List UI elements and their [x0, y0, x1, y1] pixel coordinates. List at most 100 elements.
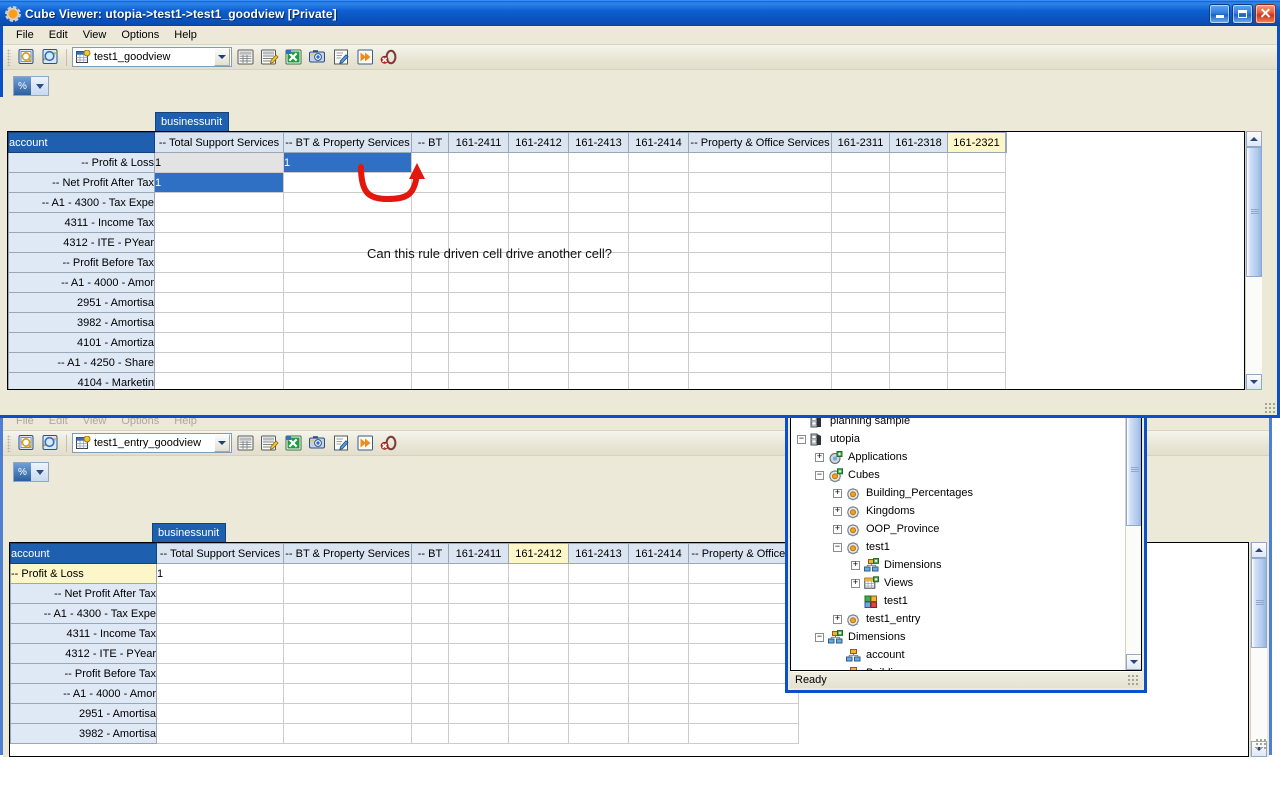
data-cell[interactable]: [628, 232, 689, 253]
data-cell[interactable]: [283, 723, 412, 744]
row-header[interactable]: 2951 - Amortisa: [10, 703, 157, 724]
data-cell[interactable]: [688, 252, 832, 273]
data-cell[interactable]: [508, 192, 569, 213]
data-cell[interactable]: [411, 312, 449, 333]
data-cell[interactable]: [568, 272, 629, 293]
edit-pencil-icon[interactable]: [331, 47, 352, 67]
row-header[interactable]: 4311 - Income Tax: [8, 212, 155, 233]
column-header[interactable]: 161-2311: [831, 132, 890, 153]
data-cell[interactable]: [889, 192, 948, 213]
data-cell[interactable]: [448, 332, 509, 353]
data-cell[interactable]: [154, 312, 284, 333]
data-cell[interactable]: [156, 643, 284, 664]
data-cell[interactable]: [508, 212, 569, 233]
data-cell[interactable]: [628, 192, 689, 213]
table-row[interactable]: -- A1 - 4300 - Tax Expe: [8, 192, 1007, 213]
data-cell[interactable]: [283, 663, 412, 684]
fast-forward-icon[interactable]: [355, 433, 376, 453]
data-cell[interactable]: [508, 623, 569, 644]
data-cell[interactable]: [411, 563, 449, 584]
grid-icon[interactable]: [235, 433, 256, 453]
data-cell[interactable]: [889, 272, 948, 293]
data-cell[interactable]: [889, 352, 948, 373]
tree-node[interactable]: − Cubes: [791, 466, 1121, 484]
menu-file[interactable]: File: [9, 28, 42, 43]
grid-edit-icon[interactable]: [259, 433, 280, 453]
table-row[interactable]: 4311 - Income Tax: [8, 212, 1007, 233]
column-header[interactable]: 161-2411: [448, 132, 509, 153]
server-tree[interactable]: planning sample − utopia + Applications − Cube…: [791, 414, 1121, 670]
data-cell[interactable]: [568, 583, 629, 604]
row-header[interactable]: -- A1 - 4000 - Amor: [8, 272, 155, 293]
column-header[interactable]: -- BT: [411, 543, 449, 564]
table-row[interactable]: -- A1 - 4250 - Share: [8, 352, 1007, 373]
data-cell[interactable]: [283, 603, 412, 624]
data-cell[interactable]: [831, 332, 890, 353]
data-cell[interactable]: [448, 723, 509, 744]
data-cell[interactable]: [628, 292, 689, 313]
data-cell[interactable]: [628, 583, 689, 604]
data-cell[interactable]: [448, 172, 509, 193]
data-cell[interactable]: [688, 292, 832, 313]
toolbar-grip[interactable]: [7, 434, 11, 452]
data-cell[interactable]: [628, 272, 689, 293]
row-header[interactable]: 4311 - Income Tax: [10, 623, 157, 644]
table-row[interactable]: -- A1 - 4000 - Amor: [8, 272, 1007, 293]
data-cell[interactable]: [283, 212, 412, 233]
data-cell[interactable]: [628, 683, 689, 704]
data-cell[interactable]: [154, 272, 284, 293]
data-cell[interactable]: [448, 372, 509, 389]
chevron-down-icon[interactable]: [31, 463, 48, 481]
data-cell[interactable]: [411, 172, 449, 193]
data-cell[interactable]: [411, 703, 449, 724]
row-header[interactable]: -- A1 - 4000 - Amor: [10, 683, 157, 704]
data-cell[interactable]: [154, 292, 284, 313]
chevron-down-icon[interactable]: [31, 77, 48, 95]
server-explorer-panel[interactable]: planning sample − utopia + Applications − Cube…: [785, 408, 1147, 693]
data-cell[interactable]: [154, 192, 284, 213]
data-cell[interactable]: [156, 583, 284, 604]
row-header[interactable]: -- A1 - 4300 - Tax Expe: [10, 603, 157, 624]
server-tree-box[interactable]: planning sample − utopia + Applications − Cube…: [790, 413, 1142, 671]
tree-node[interactable]: + Dimensions: [791, 556, 1121, 574]
data-cell[interactable]: [568, 312, 629, 333]
tree-node[interactable]: + Views: [791, 574, 1121, 592]
data-cell[interactable]: 1: [283, 152, 412, 173]
data-cell[interactable]: [508, 312, 569, 333]
data-cell[interactable]: [568, 663, 629, 684]
resize-gripper-1[interactable]: [1264, 402, 1277, 415]
column-header[interactable]: 161-2414: [628, 132, 689, 153]
data-cell[interactable]: [889, 172, 948, 193]
data-cell[interactable]: [568, 563, 629, 584]
data-cell[interactable]: 1: [154, 152, 284, 173]
column-header[interactable]: 161-2413: [568, 132, 629, 153]
data-grid-2[interactable]: account -- Total Support Services -- BT & …: [10, 543, 800, 744]
column-header[interactable]: 161-2414: [628, 543, 689, 564]
table-row[interactable]: 3982 - Amortisa: [8, 312, 1007, 333]
data-cell[interactable]: [283, 372, 412, 389]
data-cell[interactable]: [568, 292, 629, 313]
data-cell[interactable]: [947, 332, 1006, 353]
data-cell[interactable]: [831, 232, 890, 253]
data-cell[interactable]: [889, 312, 948, 333]
row-header[interactable]: 4104 - Marketin: [8, 372, 155, 389]
table-row[interactable]: -- Net Profit After Tax: [10, 583, 800, 604]
data-cell[interactable]: [508, 723, 569, 744]
data-cell[interactable]: [448, 352, 509, 373]
dimension-tab-businessunit-1[interactable]: businessunit: [155, 112, 230, 131]
expand-node-icon[interactable]: +: [833, 488, 842, 498]
data-cell[interactable]: [448, 152, 509, 173]
data-cell[interactable]: 1: [154, 172, 284, 193]
data-cell[interactable]: [283, 292, 412, 313]
tree-node[interactable]: + test1_entry: [791, 610, 1121, 628]
data-cell[interactable]: [448, 212, 509, 233]
snapshot-icon[interactable]: [307, 47, 328, 67]
table-row[interactable]: 2951 - Amortisa: [10, 703, 800, 724]
data-cell[interactable]: [411, 683, 449, 704]
data-cell[interactable]: [889, 252, 948, 273]
data-cell[interactable]: [628, 703, 689, 724]
column-header[interactable]: 161-2318: [889, 132, 948, 153]
data-cell[interactable]: [688, 723, 799, 744]
data-cell[interactable]: [568, 603, 629, 624]
chevron-down-icon[interactable]: [214, 434, 230, 452]
